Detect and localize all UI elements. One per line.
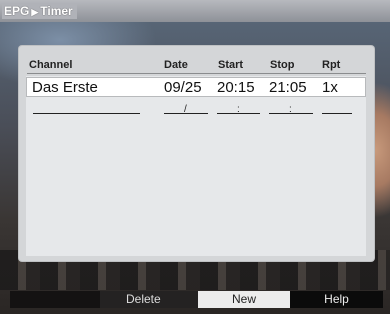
breadcrumb-section: EPG xyxy=(4,4,30,18)
red-key-indicator xyxy=(10,291,100,308)
row-start: 20:15 xyxy=(217,79,255,96)
row-repeat: 1x xyxy=(322,79,338,96)
breadcrumb-arrow-icon: ▶ xyxy=(31,7,39,17)
breadcrumb-page: Timer xyxy=(40,4,73,18)
new-button[interactable]: New xyxy=(198,291,290,308)
row-date: 09/25 xyxy=(164,79,202,96)
column-header-channel: Channel xyxy=(29,59,73,71)
empty-start-separator: : xyxy=(237,104,240,115)
delete-button[interactable]: Delete xyxy=(10,291,200,308)
row-stop: 21:05 xyxy=(269,79,307,96)
title-bar: EPG ▶ Timer xyxy=(0,0,390,22)
column-header-start: Start xyxy=(218,59,244,71)
empty-date-separator: / xyxy=(184,104,187,115)
timer-list xyxy=(26,76,366,256)
column-header-repeat: Rpt xyxy=(322,59,341,71)
column-header-date: Date xyxy=(164,59,188,71)
empty-channel-field xyxy=(33,113,140,114)
help-button[interactable]: Help xyxy=(290,291,383,308)
delete-button-label: Delete xyxy=(126,292,161,306)
row-channel: Das Erste xyxy=(32,79,98,96)
breadcrumb: EPG ▶ Timer xyxy=(2,3,77,19)
footer-bar: Delete New Help xyxy=(10,291,383,308)
empty-repeat-field xyxy=(322,113,352,114)
column-header-stop: Stop xyxy=(270,59,295,71)
header-divider xyxy=(27,73,366,74)
empty-stop-separator: : xyxy=(289,104,292,115)
